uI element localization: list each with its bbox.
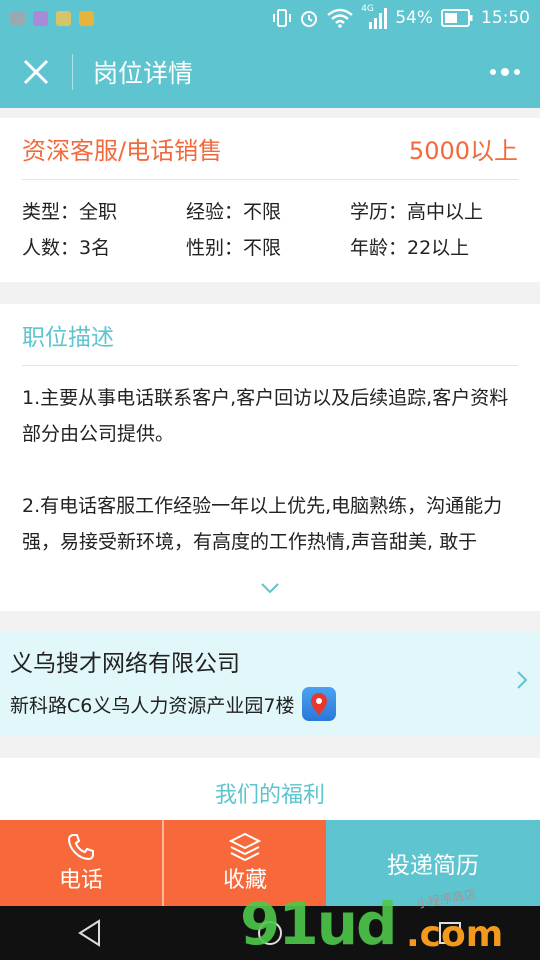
description-header: 职位描述 xyxy=(22,304,518,366)
description-title: 职位描述 xyxy=(22,324,114,351)
benefits-card: 我们的福利 xyxy=(0,758,540,828)
signal-icon: 4G xyxy=(361,4,388,29)
bottom-action-bar: 电话 收藏 投递简历 xyxy=(0,820,540,906)
system-navigation-bar xyxy=(0,906,540,960)
chevron-right-icon xyxy=(516,670,528,694)
phone-icon xyxy=(67,834,94,861)
wifi-icon xyxy=(327,8,353,28)
expand-description-button[interactable] xyxy=(0,573,540,603)
back-icon[interactable] xyxy=(77,919,103,947)
phone-label: 电话 xyxy=(58,868,103,893)
phone-button[interactable]: 电话 xyxy=(0,820,162,906)
more-dot-icon xyxy=(501,68,509,76)
more-dot-icon xyxy=(514,69,520,75)
benefits-title: 我们的福利 xyxy=(214,783,325,808)
map-pin-icon[interactable] xyxy=(302,687,337,721)
recent-apps-icon[interactable] xyxy=(437,920,463,946)
vibrate-icon xyxy=(273,9,292,27)
notification-icons xyxy=(10,10,94,26)
app3-notification-icon xyxy=(79,10,94,26)
job-title: 资深客服/电话销售 xyxy=(22,137,223,165)
navigation-bar: 岗位详情 xyxy=(0,36,540,108)
info-type: 类型：全职 xyxy=(22,201,118,223)
apply-resume-button[interactable]: 投递简历 xyxy=(326,820,540,906)
chevron-down-icon xyxy=(261,583,279,594)
favorite-label: 收藏 xyxy=(222,868,267,893)
close-button[interactable] xyxy=(0,36,72,108)
description-body: 1.主要从事电话联系客户,客户回访以及后续追踪,客户资料部分由公司提供。 2.有… xyxy=(22,366,518,560)
nav-divider xyxy=(72,54,73,90)
company-card[interactable]: 义乌搜才网络有限公司 新科路C6义乌人力资源产业园7楼 xyxy=(0,632,540,736)
job-summary-card: 资深客服/电话销售 5000以上 类型：全职 经验：不限 学历：高中以上 人数：… xyxy=(0,118,540,282)
job-salary: 5000以上 xyxy=(408,137,518,165)
app-notification-icon xyxy=(10,10,25,26)
job-header: 资深客服/电话销售 5000以上 xyxy=(22,118,518,180)
status-bar: 4G 54% 15:50 xyxy=(0,0,540,36)
company-address-row: 新科路C6义乌人力资源产业园7楼 xyxy=(10,684,530,724)
description-paragraph: 2.有电话客服工作经验一年以上优先,电脑熟练，沟通能力强，易接受新环境，有高度的… xyxy=(22,495,503,553)
battery-percent: 54% xyxy=(395,8,433,28)
info-age: 年龄：22以上 xyxy=(350,237,470,259)
info-experience: 经验：不限 xyxy=(186,201,282,223)
company-address: 新科路C6义乌人力资源产业园7楼 xyxy=(10,694,295,717)
info-gender: 性别：不限 xyxy=(186,237,282,259)
battery-icon xyxy=(441,9,473,27)
page-title: 岗位详情 xyxy=(93,59,194,88)
more-options-button[interactable] xyxy=(470,36,540,108)
layers-icon xyxy=(229,832,261,862)
home-icon[interactable] xyxy=(256,919,284,947)
job-description-card: 职位描述 1.主要从事电话联系客户,客户回访以及后续追踪,客户资料部分由公司提供… xyxy=(0,304,540,611)
close-icon xyxy=(23,59,49,85)
info-education: 学历：高中以上 xyxy=(350,201,484,223)
description-paragraph: 1.主要从事电话联系客户,客户回访以及后续追踪,客户资料部分由公司提供。 xyxy=(22,387,509,445)
favorite-button[interactable]: 收藏 xyxy=(162,820,326,906)
gallery-notification-icon xyxy=(33,10,48,26)
app2-notification-icon xyxy=(56,10,71,26)
info-headcount: 人数：3名 xyxy=(22,237,111,259)
clock: 15:50 xyxy=(481,8,530,28)
job-info-grid: 类型：全职 经验：不限 学历：高中以上 人数：3名 性别：不限 年龄：22以上 xyxy=(22,180,518,266)
alarm-icon xyxy=(301,11,318,27)
more-dot-icon xyxy=(490,69,496,75)
apply-label: 投递简历 xyxy=(387,853,479,879)
company-name: 义乌搜才网络有限公司 xyxy=(10,651,240,677)
